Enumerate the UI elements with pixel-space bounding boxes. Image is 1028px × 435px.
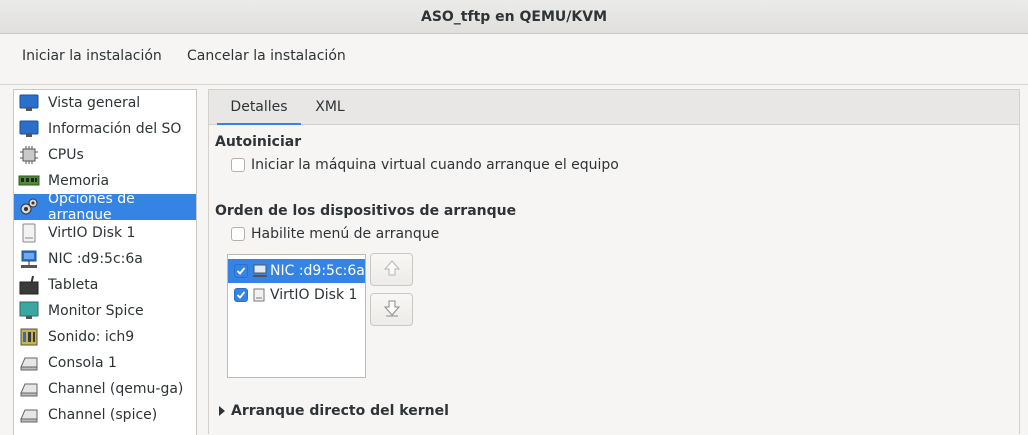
disk-icon	[18, 223, 40, 243]
checkbox-box[interactable]	[231, 227, 245, 241]
serial-icon	[18, 405, 40, 425]
checkbox-checked[interactable]	[234, 264, 248, 278]
cpu-icon	[18, 145, 40, 165]
sidebar-item-boot-options[interactable]: Opciones de arranque	[14, 191, 196, 223]
sidebar-item-cpus[interactable]: CPUs	[14, 142, 196, 168]
sound-icon	[18, 327, 40, 347]
memory-icon	[18, 171, 40, 191]
boot-device-nic[interactable]: NIC :d9:5c:6a	[228, 259, 365, 283]
boot-device-label: NIC :d9:5c:6a	[270, 263, 365, 279]
autostart-title: Autoiniciar	[215, 134, 302, 150]
arrow-down-icon	[382, 299, 402, 321]
display-icon	[18, 301, 40, 321]
tab-details[interactable]: Detalles	[217, 90, 301, 126]
window-titlebar[interactable]: ASO_tftp en QEMU/KVM	[0, 0, 1028, 34]
sidebar-item-label: Opciones de arranque	[48, 191, 135, 223]
sidebar-item-console[interactable]: Consola 1	[14, 350, 196, 376]
details-pane: Detalles XML Autoiniciar Iniciar la máqu…	[208, 89, 1020, 434]
expander-arrow-icon	[219, 406, 225, 416]
sidebar-item-label: Sonido: ich9	[48, 329, 135, 345]
monitor-icon	[18, 93, 40, 113]
boot-device-disk[interactable]: VirtIO Disk 1	[228, 283, 365, 307]
sidebar-item-label: Información del SO	[48, 121, 182, 137]
direct-kernel-title: Arranque directo del kernel	[231, 403, 449, 419]
sidebar-item-channel-qemu-ga[interactable]: Channel (qemu-ga)	[14, 376, 196, 402]
boot-options-panel: Autoiniciar Iniciar la máquina virtual c…	[208, 125, 1020, 434]
sidebar-item-label: Channel (spice)	[48, 407, 158, 423]
arrow-up-icon	[382, 259, 402, 281]
sidebar-item-nic[interactable]: NIC :d9:5c:6a	[14, 246, 196, 272]
tab-bar: Detalles XML	[208, 89, 1020, 126]
sidebar-item-label: Tableta	[48, 277, 99, 293]
toolbar: Iniciar la instalación Cancelar la insta…	[0, 34, 1028, 85]
window-title: ASO_tftp en QEMU/KVM	[420, 8, 608, 25]
sidebar-item-disk[interactable]: VirtIO Disk 1	[14, 220, 196, 246]
cancel-install-button[interactable]: Cancelar la instalación	[187, 34, 346, 78]
tab-xml[interactable]: XML	[305, 90, 355, 124]
sidebar-item-label: Channel (qemu-ga)	[48, 381, 184, 397]
monitor-icon	[18, 119, 40, 139]
boot-device-label: VirtIO Disk 1	[270, 287, 358, 303]
checkbox-checked[interactable]	[234, 288, 248, 302]
sidebar-item-overview[interactable]: Vista general	[14, 90, 196, 116]
sidebar-item-label: CPUs	[48, 147, 84, 163]
serial-icon	[18, 379, 40, 399]
boot-menu-checkbox[interactable]: Habilite menú de arranque	[231, 226, 439, 242]
sidebar-item-sound[interactable]: Sonido: ich9	[14, 324, 196, 350]
checkbox-box[interactable]	[231, 158, 245, 172]
tablet-icon	[18, 275, 40, 295]
sidebar-item-label: Consola 1	[48, 355, 117, 371]
sidebar-item-channel-spice[interactable]: Channel (spice)	[14, 402, 196, 428]
serial-icon	[18, 353, 40, 373]
sidebar-item-tablet[interactable]: Tableta	[14, 272, 196, 298]
sidebar-item-label: Monitor Spice	[48, 303, 144, 319]
sidebar-item-label: NIC :d9:5c:6a	[48, 251, 143, 267]
disk-icon	[252, 288, 268, 302]
direct-kernel-expander[interactable]: Arranque directo del kernel	[219, 403, 449, 419]
begin-install-button[interactable]: Iniciar la instalación	[22, 34, 162, 78]
sidebar-item-label: Vista general	[48, 95, 141, 111]
network-icon	[252, 264, 268, 278]
network-icon	[18, 249, 40, 269]
move-up-button[interactable]	[370, 253, 413, 286]
autostart-checkbox[interactable]: Iniciar la máquina virtual cuando arranq…	[231, 157, 619, 173]
boot-menu-label: Habilite menú de arranque	[251, 226, 440, 242]
sidebar-item-label: VirtIO Disk 1	[48, 225, 136, 241]
boot-gear-icon	[18, 197, 40, 217]
sidebar-item-label: Memoria	[48, 173, 110, 189]
boot-device-list: NIC :d9:5c:6a VirtIO Disk 1	[227, 254, 366, 378]
boot-order-title: Orden de los dispositivos de arranque	[215, 203, 517, 219]
move-down-button[interactable]	[370, 293, 413, 326]
sidebar-item-os-info[interactable]: Información del SO	[14, 116, 196, 142]
autostart-label: Iniciar la máquina virtual cuando arranq…	[251, 157, 619, 173]
hardware-list: Vista general Información del SO CPUs Me…	[13, 89, 197, 435]
sidebar-item-display[interactable]: Monitor Spice	[14, 298, 196, 324]
